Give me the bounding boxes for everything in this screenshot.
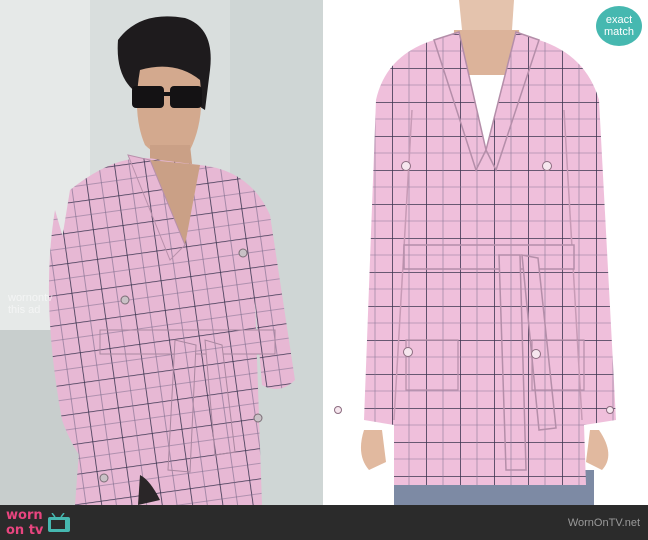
watermark: wornontv this ad [8,292,53,316]
watermark-line2: this ad [8,304,41,316]
product-illustration [334,0,616,505]
tv-still-illustration [0,0,324,505]
tv-icon [48,512,71,532]
tv-still-photo: wornontv this ad [0,0,324,505]
wornontv-logo[interactable]: worn on tv [6,508,71,538]
badge-line1: exact [605,14,633,26]
footer-bar: worn on tv WornOnTV.net [0,505,648,540]
badge-line2: match [604,26,634,38]
logo-line2: on tv [6,522,44,538]
site-url[interactable]: WornOnTV.net [568,517,640,529]
watermark-line1: wornontv [8,292,53,304]
exact-match-badge: exact match [596,6,642,46]
logo-line1: worn [6,507,43,523]
product-photo [324,0,648,505]
